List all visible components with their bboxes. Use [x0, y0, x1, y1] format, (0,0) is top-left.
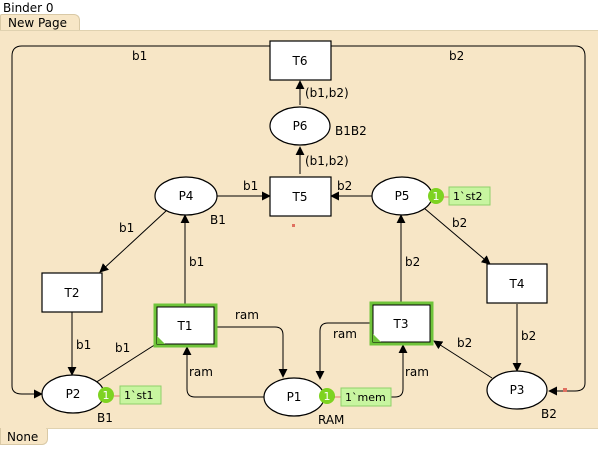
- colorset-label[interactable]: B1: [97, 411, 113, 425]
- arc-label[interactable]: b1: [243, 179, 258, 193]
- colorset-label[interactable]: B1B2: [335, 124, 367, 138]
- arc-t1-p1[interactable]: [216, 326, 288, 378]
- transition-t4[interactable]: T4: [486, 263, 548, 304]
- place-p5[interactable]: P5: [371, 176, 433, 216]
- arc-label[interactable]: b1: [76, 338, 91, 352]
- transition-label: T3: [393, 317, 409, 331]
- petri-net-canvas[interactable]: b1 b2 (b1,b2) (b1,b2) b1 b2 b1 b1 b2 b2 …: [0, 30, 598, 429]
- place-label: P3: [510, 383, 525, 397]
- petri-net-diagram: b1 b2 (b1,b2) (b1,b2) b1 b2 b1 b1 b2 b2 …: [11, 40, 586, 427]
- token-count: 1: [103, 389, 110, 402]
- place-label: P1: [287, 390, 302, 404]
- arc-label[interactable]: (b1,b2): [305, 86, 349, 100]
- arc-label[interactable]: b1: [189, 255, 204, 269]
- transition-t1[interactable]: T1: [153, 303, 218, 348]
- transition-label: T5: [292, 190, 308, 204]
- token-count: 1: [433, 190, 440, 203]
- arc-label[interactable]: (b1,b2): [305, 154, 349, 168]
- place-p4[interactable]: P4: [154, 176, 218, 216]
- colorset-label[interactable]: RAM: [318, 413, 344, 427]
- tab-new-page[interactable]: New Page: [0, 14, 80, 32]
- arc-label[interactable]: b1: [119, 221, 134, 235]
- arc-label[interactable]: b1: [132, 49, 147, 63]
- place-label: P5: [395, 189, 410, 203]
- arc-label[interactable]: b1: [115, 341, 130, 355]
- arc-label[interactable]: ram: [235, 308, 259, 322]
- marking-p5[interactable]: 1`st2 1: [428, 186, 491, 206]
- place-label: P2: [66, 387, 81, 401]
- status-tab: None: [0, 428, 48, 445]
- arc-label[interactable]: b2: [449, 49, 464, 63]
- place-label: P4: [179, 189, 194, 203]
- transition-t6[interactable]: T6: [269, 40, 332, 81]
- marking-text: 1`st2: [453, 190, 483, 203]
- transition-label: T1: [177, 319, 193, 333]
- colorset-label[interactable]: B1: [210, 213, 226, 227]
- status-divider: [46, 428, 598, 429]
- arc-label[interactable]: b2: [452, 216, 467, 230]
- arc-label[interactable]: b2: [457, 336, 472, 350]
- transition-label: T4: [509, 277, 525, 291]
- arc-label[interactable]: b2: [337, 179, 352, 193]
- arc-label[interactable]: ram: [405, 365, 429, 379]
- transition-label: T6: [292, 54, 308, 68]
- aux-marker-dot: [563, 388, 567, 392]
- colorset-label[interactable]: B2: [541, 407, 557, 421]
- status-text: None: [7, 430, 39, 444]
- marking-p1[interactable]: 1`mem 1: [319, 387, 392, 407]
- marking-text: 1`st1: [124, 389, 154, 402]
- transition-t5[interactable]: T5: [269, 176, 332, 217]
- tab-label: New Page: [8, 16, 68, 30]
- place-p2[interactable]: P2: [41, 374, 105, 414]
- arc-label[interactable]: b2: [521, 329, 536, 343]
- status-bar: None: [0, 428, 598, 461]
- place-p6[interactable]: P6: [269, 106, 331, 146]
- token-count: 1: [324, 390, 331, 403]
- arc-label[interactable]: ram: [189, 365, 213, 379]
- place-p3[interactable]: P3: [486, 370, 548, 410]
- place-p1[interactable]: P1: [263, 377, 325, 417]
- arc-label[interactable]: ram: [333, 327, 357, 341]
- arc-label[interactable]: b2: [405, 255, 420, 269]
- binder-title: Binder 0: [3, 1, 54, 15]
- transition-label: T2: [64, 286, 80, 300]
- marking-p2[interactable]: 1`st1 1: [98, 385, 162, 405]
- transition-t2[interactable]: T2: [41, 272, 103, 313]
- transition-t3[interactable]: T3: [369, 301, 434, 346]
- marking-text: 1`mem: [345, 391, 386, 404]
- aux-marker-dot: [292, 224, 295, 227]
- place-label: P6: [293, 119, 308, 133]
- arc-t6-p2[interactable]: [11, 45, 270, 399]
